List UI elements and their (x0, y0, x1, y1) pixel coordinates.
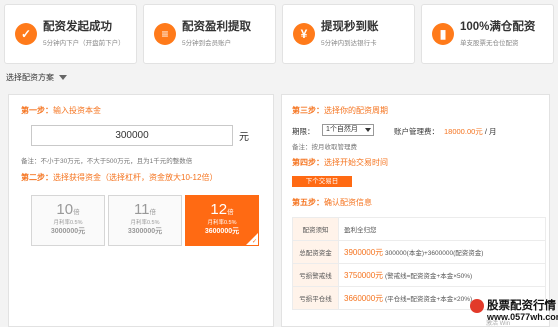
feature-subtitle: 5分钟内到达银行卡 (321, 40, 377, 47)
leverage-option-10[interactable]: 10倍 月利率0.5% 3000000元 (31, 195, 105, 246)
feature-card-2: ≡ 配资盈利提取 5分钟到会员账户 (143, 4, 276, 64)
amount-unit: 元 (239, 132, 249, 143)
leverage-option-11[interactable]: 11倍 月利率0.5% 3300000元 (108, 195, 182, 246)
feature-card-3: ¥ 提现秒到账 5分钟内到达银行卡 (282, 4, 415, 64)
brand-logo: 股票配资行情 www.0577wh.com (470, 296, 558, 324)
yen-icon: ¥ (293, 23, 315, 45)
feature-title: 配资发起成功 (43, 21, 112, 33)
next-trading-day-button[interactable]: 下个交易日 (292, 176, 352, 187)
chevron-down-icon (365, 128, 371, 132)
step-5-heading: 第五步：确认配资信息 (292, 198, 372, 207)
period-label: 期限： (292, 127, 315, 136)
feature-subtitle: 5分钟到会员账户 (182, 40, 232, 47)
amount-note: 备注：不小于30万元，不大于500万元，且为1千元的整数倍 (21, 158, 193, 165)
step-2-heading: 第二步：选择获得资金（选择杠杆，资金放大10-12倍） (21, 173, 218, 182)
step-4-heading: 第四步：选择开始交易时间 (292, 158, 388, 167)
feature-title: 100%满仓配资 (460, 21, 536, 33)
leverage-option-12[interactable]: 12倍 月利率0.5% 3600000元 ✓ (185, 195, 259, 246)
feature-title: 配资盈利提取 (182, 21, 251, 33)
plan-selector[interactable]: 选择配资方案 (6, 72, 67, 83)
plan-label: 选择配资方案 (6, 73, 54, 82)
step-3-heading: 第三步：选择你的配资周期 (292, 106, 388, 115)
feature-card-1: ✓ 配资发起成功 5分钟内下户（开盘前下户） (4, 4, 137, 64)
brand-title: 股票配资行情 (487, 300, 556, 312)
fee-value: 18000.00元 / 月 (444, 127, 497, 136)
table-row: 总配资资金 3900000元 300000(本金)+3600000(配资资金) (292, 240, 546, 264)
feature-subtitle: 5分钟内下户（开盘前下户） (43, 40, 125, 47)
logo-icon (470, 299, 484, 313)
caret-down-icon (59, 75, 67, 80)
check-clock-icon: ✓ (15, 23, 37, 45)
activation-watermark: 激活 Win (486, 321, 511, 327)
fee-note: 备注：按月收取管理费 (292, 144, 357, 151)
amount-input[interactable]: 300000 (31, 125, 233, 146)
table-row: 亏损警戒线 3750000元 (警戒线=配资资金+本金×50%) (292, 263, 546, 287)
feature-card-4: ▮ 100%满仓配资 单支股票无仓位配资 (421, 4, 554, 64)
step-1-heading: 第一步：输入投资本金 (21, 106, 101, 115)
bar-chart-icon: ▮ (432, 23, 454, 45)
fee-label: 账户管理费： (394, 127, 439, 136)
table-row: 配资须知 盈利全归您 (292, 217, 546, 241)
feature-subtitle: 单支股票无仓位配资 (460, 40, 519, 47)
period-select[interactable]: 1个自然月 (322, 124, 374, 136)
feature-cards: ✓ 配资发起成功 5分钟内下户（开盘前下户） ≡ 配资盈利提取 5分钟到会员账户… (4, 4, 554, 64)
left-panel: 第一步：输入投资本金 300000 元 备注：不小于30万元，不大于500万元，… (8, 94, 274, 327)
sliders-icon: ≡ (154, 23, 176, 45)
right-panel: 第三步：选择你的配资周期 期限： 1个自然月 账户管理费： 18000.00元 … (281, 94, 550, 327)
feature-title: 提现秒到账 (321, 21, 379, 33)
